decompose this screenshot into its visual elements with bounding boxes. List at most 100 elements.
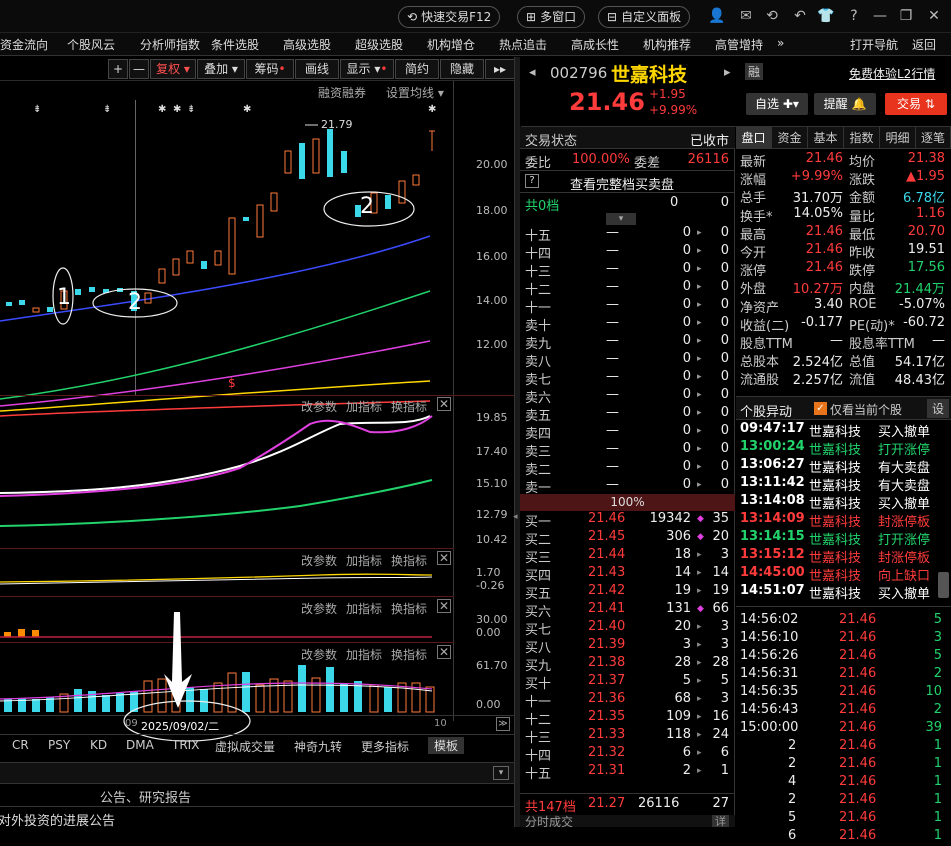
help-icon[interactable]: ? [844,6,864,26]
fuquan-button[interactable]: 复权 ▾ [150,59,196,79]
buy-level-row[interactable]: 十五 21.31 2 ▸ 1 [520,763,735,782]
sell-level-row[interactable]: 十二 — 0 ▸ 0 [520,279,735,298]
level-expand-icon[interactable]: ▸ [697,300,702,310]
tab-capital[interactable]: 资金 [772,127,808,149]
buy-level-row[interactable]: 十三 21.33 118 ▸ 24 [520,727,735,746]
detail-icon[interactable]: 详 [712,815,729,827]
anomaly-item[interactable]: 14:51:07 世嘉科技 买入撤单 [736,583,936,602]
user-icon[interactable]: 👤 [707,6,727,26]
anomaly-item[interactable]: 13:11:42 世嘉科技 有大卖盘 [736,475,936,494]
full-book-row[interactable]: ? 查看完整档买卖盘 [520,171,735,193]
multi-window-button[interactable]: ⊞ 多窗口 [517,6,586,28]
level-expand-icon[interactable]: ▸ [697,748,702,758]
tab-dma[interactable]: DMA [126,738,154,752]
menu-open-nav[interactable]: 打开导航 [850,36,898,53]
buy-level-row[interactable]: 买五 21.42 19 ▸ 19 [520,583,735,602]
sell-level-row[interactable]: 卖四 — 0 ▸ 0 [520,423,735,442]
tick-footer-label[interactable]: 分时成交 [525,815,573,827]
level-expand-icon[interactable]: ◆ [697,532,704,542]
tab-kd[interactable]: KD [90,738,107,752]
full-book-link[interactable]: 查看完整档买卖盘 [570,174,674,193]
level-expand-icon[interactable]: ▸ [697,390,702,400]
level-expand-icon[interactable]: ▸ [697,228,702,238]
splitter-arrow-icon[interactable]: ◂ [513,512,518,522]
buy-level-row[interactable]: 买二 21.45 306 ◆ 20 [520,529,735,548]
level-expand-icon[interactable]: ▸ [697,480,702,490]
level-expand-icon[interactable]: ▸ [697,462,702,472]
sell-level-row[interactable]: 十四 — 0 ▸ 0 [520,243,735,262]
anomaly-item[interactable]: 13:00:24 世嘉科技 打开涨停 [736,439,936,458]
sell-level-row[interactable]: 卖二 — 0 ▸ 0 [520,459,735,478]
sell-level-row[interactable]: 十五 — 0 ▸ 0 [520,225,735,244]
level-expand-icon[interactable]: ▸ [697,372,702,382]
level-expand-icon[interactable]: ▸ [697,568,702,578]
anomaly-scrollbar[interactable] [938,572,949,598]
sell-level-row[interactable]: 卖三 — 0 ▸ 0 [520,441,735,460]
level-expand-icon[interactable]: ◆ [697,604,704,614]
bottom-panel-title[interactable]: 公告、研究报告 [100,787,191,806]
buy-level-row[interactable]: 买四 21.43 14 ▸ 14 [520,565,735,584]
simple-button[interactable]: 简约 [395,59,439,79]
menu-exec-increase[interactable]: 高管增持 [715,36,763,53]
custom-panel-button[interactable]: ⊟ 自定义面板 [598,6,691,28]
buy-level-row[interactable]: 买八 21.39 3 ▸ 3 [520,637,735,656]
tab-template[interactable]: 模板 [428,737,465,754]
level-expand-icon[interactable]: ▸ [697,426,702,436]
anomaly-item[interactable]: 13:15:12 世嘉科技 封涨停板 [736,547,936,566]
announcement-item[interactable]: 对外投资的进展公告 [0,810,115,829]
menu-high-growth[interactable]: 高成长性 [571,36,619,53]
menu-more[interactable]: » [777,36,784,50]
menu-condition-pick[interactable]: 条件选股 [211,36,259,53]
sell-level-row[interactable]: 卖十 — 0 ▸ 0 [520,315,735,334]
skin-icon[interactable]: 👕 [816,6,836,26]
buy-level-row[interactable]: 十一 21.36 68 ▸ 3 [520,691,735,710]
refresh-icon[interactable]: ⟲ [762,6,782,26]
buy-level-row[interactable]: 十二 21.35 109 ▸ 16 [520,709,735,728]
anomaly-item[interactable]: 13:14:09 世嘉科技 封涨停板 [736,511,936,530]
level-expand-icon[interactable]: ▸ [697,282,702,292]
tab-tick-by-tick[interactable]: 逐笔 [916,127,951,149]
tab-index[interactable]: 指数 [844,127,880,149]
sell-level-row[interactable]: 卖五 — 0 ▸ 0 [520,405,735,424]
sell-level-row[interactable]: 卖七 — 0 ▸ 0 [520,369,735,388]
prev-stock-icon[interactable]: ◂ [529,65,536,80]
tab-pankou[interactable]: 盘口 [736,127,772,149]
chips-button[interactable]: 筹码• [246,59,294,79]
buy-level-row[interactable]: 买十 21.37 5 ▸ 5 [520,673,735,692]
quick-trade-button[interactable]: ⟲ 快速交易F12 [398,6,501,28]
checkbox-icon[interactable]: ✓ [814,402,827,415]
menu-institution-add[interactable]: 机构增仓 [427,36,475,53]
level-expand-icon[interactable]: ▸ [697,586,702,596]
level-expand-icon[interactable]: ▸ [697,246,702,256]
display-button[interactable]: 显示 ▾• [340,59,394,79]
menu-advanced-pick[interactable]: 高级选股 [283,36,331,53]
anomaly-item[interactable]: 13:06:27 世嘉科技 有大卖盘 [736,457,936,476]
only-current-label[interactable]: 仅看当前个股 [830,401,902,418]
tab-trix[interactable]: TRIX [172,738,199,752]
l2-trial-link[interactable]: 免费体验L2行情 [849,65,935,82]
buy-level-row[interactable]: 买三 21.44 18 ▸ 3 [520,547,735,566]
level-expand-icon[interactable]: ▸ [697,444,702,454]
sell-level-row[interactable]: 卖九 — 0 ▸ 0 [520,333,735,352]
collapse-panel-icon[interactable]: ▾ [493,766,509,780]
anomaly-item[interactable]: 13:14:15 世嘉科技 打开涨停 [736,529,936,548]
anomaly-settings-button[interactable]: 设 [926,399,949,418]
menu-stock-news[interactable]: 个股风云 [67,36,115,53]
undo-icon[interactable]: ↶ [790,6,810,26]
level-expand-icon[interactable]: ▸ [697,318,702,328]
draw-line-button[interactable]: 画线 [295,59,339,79]
level-expand-icon[interactable]: ▸ [697,640,702,650]
level-expand-icon[interactable]: ▸ [697,766,702,776]
overlay-button[interactable]: 叠加 ▾ [197,59,245,79]
zoom-in-button[interactable]: + [108,59,128,79]
level-expand-icon[interactable]: ▸ [697,712,702,722]
buy-level-row[interactable]: 买七 21.40 20 ▸ 3 [520,619,735,638]
restore-icon[interactable]: ❐ [896,6,916,26]
scroll-right-icon[interactable]: ≫ [496,717,510,731]
level-expand-icon[interactable]: ◆ [697,514,704,524]
level-expand-icon[interactable]: ▸ [697,622,702,632]
expand-sells-icon[interactable]: ▾ [606,213,636,225]
menu-hot-topics[interactable]: 热点追击 [499,36,547,53]
anomaly-item[interactable]: 09:47:17 世嘉科技 买入撤单 [736,421,936,440]
sell-level-row[interactable]: 卖八 — 0 ▸ 0 [520,351,735,370]
